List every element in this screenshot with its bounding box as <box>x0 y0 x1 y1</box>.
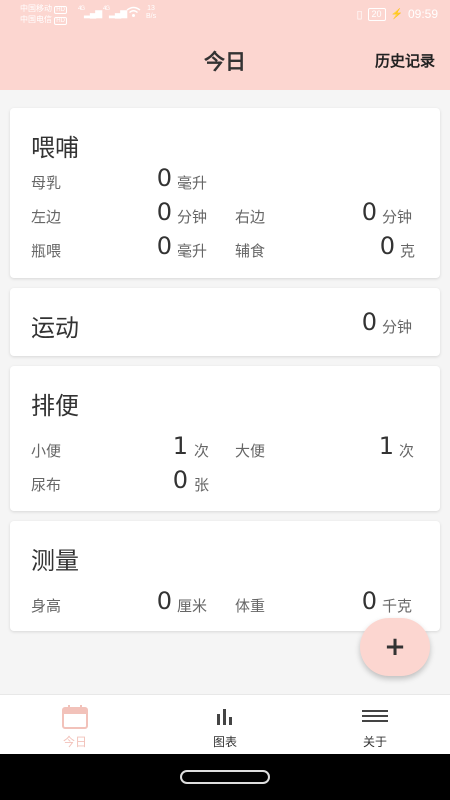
feeding-card[interactable]: 喂哺 母乳 0 毫升 左边 0 分钟 右边 0 分钟 瓶喂 0 毫升 辅食 0 … <box>10 108 440 278</box>
bottle-unit: 毫升 <box>177 242 208 260</box>
menu-icon <box>362 705 388 731</box>
wifi-icon <box>126 6 141 21</box>
left-unit: 分钟 <box>177 208 208 226</box>
weight-value: 0 <box>361 587 377 615</box>
height-label: 身高 <box>31 597 62 615</box>
app-bar: 今日 历史记录 <box>0 30 450 90</box>
main-content[interactable]: 喂哺 母乳 0 毫升 左边 0 分钟 右边 0 分钟 瓶喂 0 毫升 辅食 0 … <box>0 90 450 694</box>
bottle-value: 0 <box>156 232 172 260</box>
exercise-unit: 分钟 <box>382 318 413 336</box>
solid-food-unit: 克 <box>400 242 416 260</box>
feeding-title: 喂哺 <box>31 134 79 162</box>
carrier-info: 中国移动 HD 中国电信 HD <box>20 4 67 26</box>
left-value: 0 <box>156 198 172 226</box>
measurement-card[interactable]: 测量 身高 0 厘米 体重 0 千克 <box>10 521 440 631</box>
hd-badge-1: HD <box>54 6 67 14</box>
home-indicator[interactable] <box>180 770 270 784</box>
right-value: 0 <box>361 198 377 226</box>
stool-unit: 次 <box>399 442 415 460</box>
bottom-nav: 今日 图表 关于 <box>0 694 450 754</box>
exercise-card[interactable]: 运动 0 分钟 <box>10 288 440 356</box>
exercise-title: 运动 <box>31 314 79 342</box>
status-right: ▯ 20 ⚡ 09:59 <box>356 7 438 21</box>
calendar-icon <box>62 705 88 733</box>
right-label: 右边 <box>235 208 266 226</box>
measurement-title: 测量 <box>31 547 79 575</box>
system-nav-bar <box>0 754 450 800</box>
bar-chart-icon <box>214 705 236 731</box>
hd-badge-2: HD <box>54 17 67 25</box>
nav-today-label: 今日 <box>62 735 87 749</box>
right-unit: 分钟 <box>382 208 413 226</box>
nav-about-label: 关于 <box>362 735 387 749</box>
urine-unit: 次 <box>194 442 210 460</box>
nav-charts[interactable]: 图表 <box>150 695 300 755</box>
status-bar: 中国移动 HD 中国电信 HD 4G ▂▄▆ 4G ▂▄▆ 13 B/s ▯ 2… <box>0 0 450 30</box>
nav-charts-label: 图表 <box>212 735 237 749</box>
carrier-1: 中国移动 <box>20 4 52 13</box>
signal-icon-1: ▂▄▆ <box>84 8 102 18</box>
bottle-label: 瓶喂 <box>31 242 62 260</box>
height-value: 0 <box>156 587 172 615</box>
history-button[interactable]: 历史记录 <box>375 50 435 71</box>
urine-value: 1 <box>172 432 188 460</box>
vibrate-icon: ▯ <box>356 8 363 21</box>
excretion-card[interactable]: 排便 小便 1 次 大便 1 次 尿布 0 张 <box>10 366 440 511</box>
plus-icon: + <box>384 632 406 662</box>
height-unit: 厘米 <box>177 597 208 615</box>
weight-label: 体重 <box>235 597 266 615</box>
breast-milk-unit: 毫升 <box>177 174 208 192</box>
solid-food-value: 0 <box>379 232 395 260</box>
weight-unit: 千克 <box>382 597 413 615</box>
diaper-label: 尿布 <box>31 476 62 494</box>
battery-icon: 20 <box>367 7 386 21</box>
stool-label: 大便 <box>235 442 266 460</box>
clock: 09:59 <box>407 7 438 21</box>
nav-today[interactable]: 今日 <box>0 695 150 755</box>
speed-value: 13 <box>147 5 155 12</box>
stool-value: 1 <box>378 432 394 460</box>
nav-about[interactable]: 关于 <box>300 695 450 755</box>
diaper-value: 0 <box>172 466 188 494</box>
excretion-title: 排便 <box>31 392 79 420</box>
urine-label: 小便 <box>31 442 62 460</box>
charging-icon: ⚡ <box>390 8 403 20</box>
diaper-unit: 张 <box>194 476 210 494</box>
left-label: 左边 <box>31 208 62 226</box>
breast-milk-value: 0 <box>156 164 172 192</box>
exercise-value: 0 <box>361 308 377 336</box>
add-record-button[interactable]: + <box>360 618 430 676</box>
network-speed: 13 B/s <box>146 5 156 21</box>
speed-unit: B/s <box>146 13 157 20</box>
signal-icon-2: ▂▄▆ <box>109 8 127 18</box>
carrier-2: 中国电信 <box>20 15 52 24</box>
solid-food-label: 辅食 <box>235 242 266 260</box>
breast-milk-label: 母乳 <box>31 174 62 192</box>
